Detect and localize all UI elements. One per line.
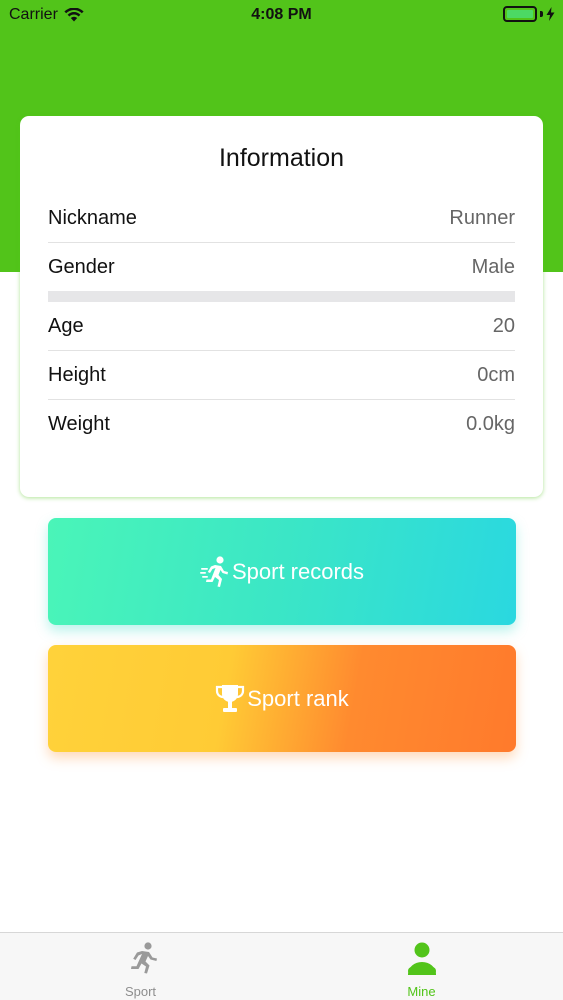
- nickname-label: Nickname: [48, 207, 137, 229]
- sport-records-button[interactable]: Sport records: [48, 518, 516, 625]
- trophy-icon: [216, 684, 245, 712]
- gender-value: Male: [471, 256, 515, 278]
- running-man-icon: [199, 555, 228, 587]
- tab-mine-label: Mine: [407, 984, 436, 999]
- battery-icon: [503, 6, 555, 22]
- tab-mine[interactable]: Mine: [281, 933, 562, 1000]
- info-row-weight[interactable]: Weight 0.0kg: [48, 400, 515, 449]
- height-value: 0cm: [477, 364, 515, 386]
- running-man-icon: [130, 942, 157, 974]
- info-row-age[interactable]: Age 20: [48, 302, 515, 351]
- weight-label: Weight: [48, 413, 110, 435]
- information-title: Information: [218, 144, 345, 172]
- height-label: Height: [48, 364, 106, 386]
- nickname-value: Runner: [449, 207, 515, 229]
- user-icon: [407, 942, 436, 975]
- info-row-height[interactable]: Height 0cm: [48, 351, 515, 400]
- status-time: 4:08 PM: [251, 6, 312, 23]
- gender-label: Gender: [48, 256, 115, 278]
- charging-bolt-icon: [546, 7, 555, 21]
- age-label: Age: [48, 315, 84, 337]
- status-bar: Carrier 4:08 PM: [0, 0, 563, 30]
- sport-rank-button[interactable]: Sport rank: [48, 645, 516, 752]
- info-row-nickname[interactable]: Nickname Runner: [48, 194, 515, 243]
- tab-sport[interactable]: Sport: [0, 933, 281, 1000]
- tab-bar: Sport Mine: [0, 932, 563, 1000]
- sport-records-label: Sport records: [231, 558, 365, 584]
- info-row-gender[interactable]: Gender Male: [48, 243, 515, 292]
- section-divider: [48, 291, 515, 302]
- age-value: 20: [492, 315, 515, 337]
- tab-sport-label: Sport: [124, 984, 157, 999]
- sport-rank-label: Sport rank: [247, 685, 349, 711]
- weight-value: 0.0kg: [466, 413, 515, 435]
